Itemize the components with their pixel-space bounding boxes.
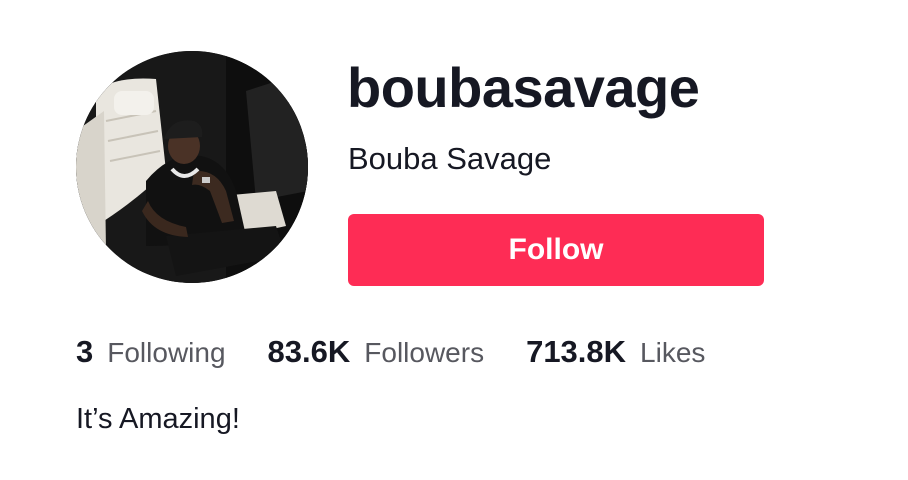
followers-count: 83.6K (267, 334, 351, 369)
avatar-photo (76, 51, 308, 283)
username-heading: boubasavage (347, 56, 700, 119)
profile-bio: It’s Amazing! (76, 403, 240, 435)
following-count: 3 (76, 334, 94, 369)
profile-avatar[interactable] (76, 51, 308, 283)
stat-followers[interactable]: 83.6K Followers (268, 334, 485, 370)
likes-count: 713.8K (526, 334, 627, 369)
display-name: Bouba Savage (348, 141, 552, 176)
following-label: Following (107, 337, 226, 368)
follow-button[interactable]: Follow (348, 214, 764, 286)
likes-label: Likes (640, 337, 706, 368)
stat-likes: 713.8K Likes (526, 334, 705, 370)
followers-label: Followers (364, 337, 485, 368)
profile-stats: 3 Following 83.6K Followers 713.8K Likes (76, 334, 705, 374)
stat-following[interactable]: 3 Following (76, 334, 226, 370)
